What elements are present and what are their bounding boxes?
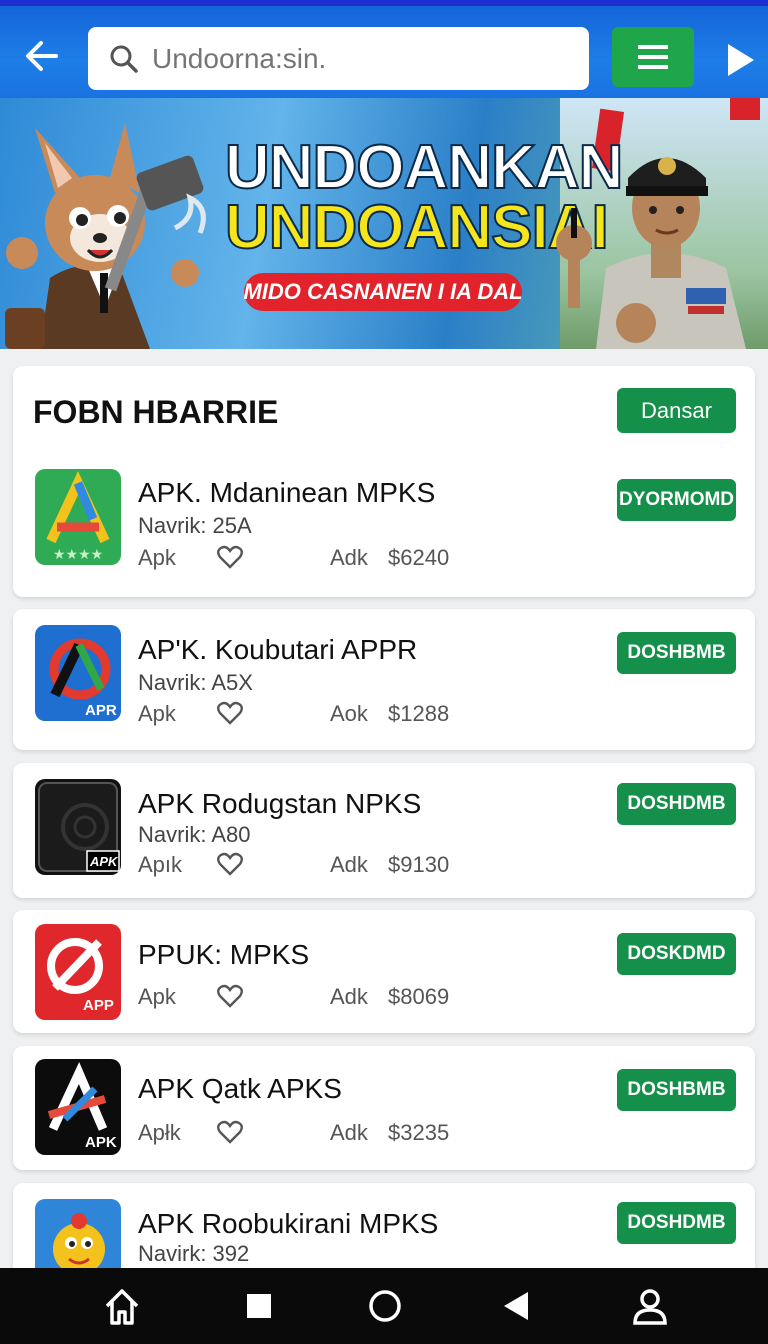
app-name[interactable]: PPUK: MPKS bbox=[138, 939, 309, 971]
heart-icon[interactable] bbox=[216, 982, 244, 1010]
app-price: $8069 bbox=[388, 984, 450, 1009]
app-info-row: Apk Adk $6240 bbox=[138, 543, 468, 573]
mascot-fox-illustration bbox=[5, 123, 206, 349]
heart-icon[interactable] bbox=[216, 1118, 244, 1146]
heart-icon[interactable] bbox=[216, 543, 244, 571]
hamburger-menu-icon bbox=[638, 45, 668, 69]
recent-apps-icon[interactable] bbox=[239, 1286, 279, 1326]
app-card[interactable]: APK APK Rodugstan NPKS Navrik: A80 Apık … bbox=[13, 763, 755, 898]
svg-text:APK: APK bbox=[89, 854, 119, 869]
app-type-label: Apłk bbox=[138, 1120, 181, 1145]
app-adk-label: Adk bbox=[330, 984, 368, 1009]
download-button[interactable]: DOSHBMB bbox=[617, 632, 736, 674]
app-name[interactable]: APK Qatk APKS bbox=[138, 1073, 342, 1105]
app-card[interactable]: APR AP'K. Koubutari APPR Navrik: A5X Apk… bbox=[13, 609, 755, 750]
app-type-label: Apık bbox=[138, 852, 183, 877]
app-info-row: Apık Adk $9130 bbox=[138, 850, 468, 880]
red-app-icon[interactable]: APP bbox=[35, 924, 121, 1020]
app-card[interactable]: APP PPUK: MPKS Apk Adk $8069 DOSKDMD bbox=[13, 910, 755, 1033]
play-icon[interactable] bbox=[722, 40, 758, 80]
download-button[interactable]: DOSHDMB bbox=[617, 783, 736, 825]
home-icon[interactable] bbox=[102, 1286, 142, 1326]
app-meta: Navirk: 392 bbox=[138, 1241, 250, 1266]
svg-text:APK: APK bbox=[85, 1134, 117, 1151]
app-adk-label: Adk bbox=[330, 852, 368, 877]
download-button[interactable]: DOSHDMB bbox=[617, 1202, 736, 1244]
app-card[interactable]: APK APK Qatk APKS Apłk Adk $3235 DOSHBMB bbox=[13, 1046, 755, 1170]
app-meta: Navrik: 25A bbox=[138, 513, 252, 538]
svg-text:APR: APR bbox=[85, 702, 117, 719]
app-info-row: Apk Aok $1288 bbox=[138, 699, 468, 729]
black-apk-icon[interactable]: APK bbox=[35, 1059, 121, 1155]
top-app-bar bbox=[0, 0, 768, 98]
download-button[interactable]: DOSHBMB bbox=[617, 1069, 736, 1111]
section-title: FOBN HBARRIE bbox=[33, 394, 279, 430]
search-input[interactable] bbox=[152, 42, 552, 75]
home-circle-icon[interactable] bbox=[365, 1286, 405, 1326]
officer-illustration bbox=[556, 157, 746, 349]
blue-apr-icon[interactable]: APR bbox=[35, 625, 121, 721]
app-info-row: Apk Adk $8069 bbox=[138, 982, 468, 1012]
profile-icon[interactable] bbox=[630, 1286, 670, 1326]
app-type-label: Apk bbox=[138, 701, 176, 726]
download-button[interactable]: DYORMOMD bbox=[617, 479, 736, 521]
app-price: $1288 bbox=[388, 701, 450, 726]
app-price: $9130 bbox=[388, 852, 450, 877]
rainbow-a-icon[interactable]: ★★★★ bbox=[35, 469, 121, 565]
svg-text:★★★★: ★★★★ bbox=[53, 547, 103, 563]
app-name[interactable]: APK Rodugstan NPKS bbox=[138, 788, 421, 820]
banner-cta-pill[interactable]: MIDO CASNANEN I IA DAL bbox=[243, 273, 523, 311]
promo-banner[interactable]: UNDOANKAN UNDOANSIAI MIDO CASNANEN I IA … bbox=[0, 98, 768, 349]
app-meta: Navrik: A80 bbox=[138, 822, 251, 847]
app-meta: Navrik: A5X bbox=[138, 670, 253, 695]
search-bar[interactable] bbox=[88, 27, 589, 90]
app-type-label: Apk bbox=[138, 545, 176, 570]
section-action-button[interactable]: Dansar bbox=[617, 388, 736, 433]
app-price: $3235 bbox=[388, 1120, 450, 1145]
search-icon bbox=[110, 45, 138, 73]
app-adk-label: Adk bbox=[330, 1120, 368, 1145]
heart-icon[interactable] bbox=[216, 699, 244, 727]
app-name[interactable]: APK. Mdaninean MPKS bbox=[138, 477, 435, 509]
back-arrow-icon[interactable] bbox=[20, 34, 64, 78]
app-info-row: Apłk Adk $3235 bbox=[138, 1118, 468, 1148]
app-name[interactable]: AP'K. Koubutari APPR bbox=[138, 634, 417, 666]
bottom-navigation-bar bbox=[0, 1268, 768, 1344]
app-adk-label: Adk bbox=[330, 545, 368, 570]
app-name[interactable]: APK Roobukirani MPKS bbox=[138, 1208, 438, 1240]
app-price: $6240 bbox=[388, 545, 450, 570]
banner-title-line2: UNDOANSIAI bbox=[224, 192, 610, 263]
featured-section-card: FOBN HBARRIE Dansar ★★★★ APK. Mdaninean … bbox=[13, 366, 755, 597]
back-triangle-icon[interactable] bbox=[496, 1286, 536, 1326]
dark-phone-icon[interactable]: APK bbox=[35, 779, 121, 875]
download-button[interactable]: DOSKDMD bbox=[617, 933, 736, 975]
heart-icon[interactable] bbox=[216, 850, 244, 878]
menu-button[interactable] bbox=[612, 27, 694, 87]
app-adk-label: Aok bbox=[330, 701, 368, 726]
flag-decoration bbox=[730, 98, 760, 120]
svg-text:APP: APP bbox=[83, 997, 114, 1014]
app-type-label: Apk bbox=[138, 984, 176, 1009]
